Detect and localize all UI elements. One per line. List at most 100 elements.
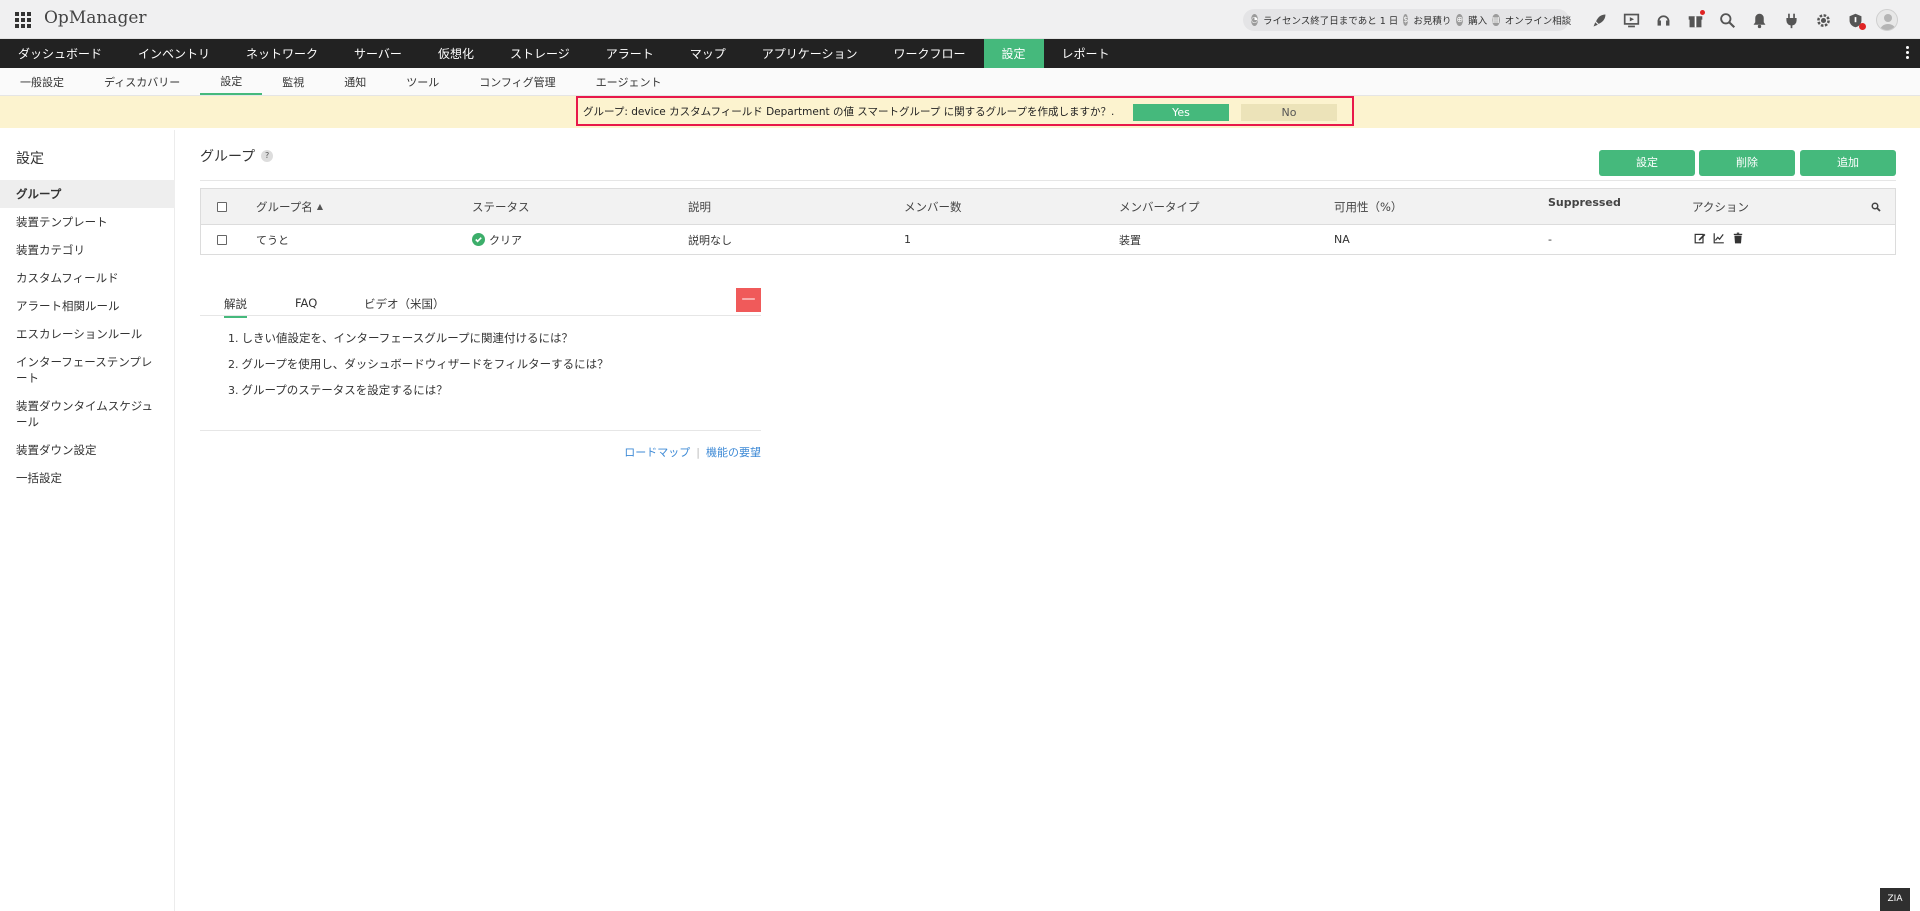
yes-button[interactable]: Yes: [1133, 104, 1229, 121]
page-title: グループ ?: [200, 146, 274, 166]
row-checkbox[interactable]: [217, 234, 227, 245]
alert-badge-dot: [1859, 23, 1866, 30]
no-button[interactable]: No: [1241, 104, 1337, 121]
subnav-discovery[interactable]: ディスカバリー: [84, 68, 200, 95]
gear-icon[interactable]: [1812, 9, 1834, 31]
more-menu-icon[interactable]: [1906, 46, 1910, 59]
description-cell: 説明なし: [688, 233, 732, 247]
availability-cell: NA: [1334, 233, 1350, 246]
feature-request-link[interactable]: 機能の要望: [706, 446, 761, 459]
nav-maps[interactable]: マップ: [672, 39, 744, 68]
license-pill[interactable]: ◔ ライセンス終了日まであと 1 日 $ お見積り ⊕ 購入 ▤ オンライン相談: [1243, 9, 1572, 31]
sidebar-item-downtime-schedules[interactable]: 装置ダウンタイムスケジュール: [0, 392, 175, 436]
sidebar-item-device-down-settings[interactable]: 装置ダウン設定: [0, 436, 175, 464]
clock-icon: ◔: [1251, 14, 1258, 26]
col-status: ステータス: [472, 199, 530, 214]
chat-icon: ▤: [1492, 14, 1500, 26]
purchase-link[interactable]: 購入: [1468, 13, 1487, 27]
sidebar-item-bulk-configuration[interactable]: 一括設定: [0, 464, 175, 492]
help-item[interactable]: 2. グループを使用し、ダッシュボードウィザードをフィルターするには？: [228, 356, 761, 372]
sidebar-item-groups[interactable]: グループ: [0, 180, 175, 208]
nav-reports[interactable]: レポート: [1044, 39, 1128, 68]
plug-icon[interactable]: [1780, 9, 1802, 31]
add-button[interactable]: 追加: [1800, 150, 1896, 176]
subnav-config-management[interactable]: コンフィグ管理: [459, 68, 575, 95]
nav-storage[interactable]: ストレージ: [492, 39, 588, 68]
consult-link[interactable]: オンライン相談: [1505, 13, 1572, 27]
subnav-general[interactable]: 一般設定: [0, 68, 84, 95]
search-icon[interactable]: [1716, 9, 1738, 31]
col-member-count: メンバー数: [904, 199, 962, 214]
gift-badge-dot: [1700, 10, 1705, 15]
smart-group-prompt: グループ: device カスタムフィールド Department の値 スマー…: [576, 96, 1354, 126]
roadmap-link[interactable]: ロードマップ: [624, 446, 690, 459]
nav-settings[interactable]: 設定: [983, 39, 1044, 68]
shield-alert-icon[interactable]: [1844, 9, 1866, 31]
subnav-notifications[interactable]: 通知: [324, 68, 386, 95]
sidebar-item-interface-templates[interactable]: インターフェーステンプレート: [0, 348, 175, 392]
tab-video[interactable]: ビデオ（米国）: [364, 296, 445, 312]
col-member-type: メンバータイプ: [1119, 199, 1200, 214]
nav-applications[interactable]: アプリケーション: [744, 39, 876, 68]
screen-icon[interactable]: [1620, 9, 1642, 31]
user-avatar[interactable]: [1876, 9, 1898, 31]
gift-icon[interactable]: [1684, 9, 1706, 31]
help-list: 1. しきい値設定を、インターフェースグループに関連付けるには？ 2. グループを使…: [200, 316, 761, 398]
nav-workflow[interactable]: ワークフロー: [876, 39, 984, 68]
sidebar-item-device-templates[interactable]: 装置テンプレート: [0, 208, 175, 236]
dollar-icon: $: [1403, 14, 1409, 26]
rocket-icon[interactable]: [1588, 9, 1610, 31]
help-panel: 解説 FAQ ビデオ（米国） — 1. しきい値設定を、インターフェースグループに…: [200, 288, 761, 459]
link-separator: |: [696, 446, 700, 459]
status-cell: クリア: [472, 225, 522, 254]
groups-table: グループ名 ▲ ステータス 説明 メンバー数 メンバータイプ 可用性（%） Su…: [200, 188, 1896, 255]
title-divider: [200, 180, 1896, 181]
nav-servers[interactable]: サーバー: [336, 39, 420, 68]
table-row[interactable]: てうと クリア 説明なし 1 装置 NA -: [201, 225, 1895, 254]
headset-icon[interactable]: [1652, 9, 1674, 31]
bell-icon[interactable]: [1748, 9, 1770, 31]
member-count-cell: 1: [904, 233, 911, 246]
help-divider: [200, 430, 761, 431]
sort-icon[interactable]: ▲: [317, 202, 323, 211]
status-clear-icon: [472, 233, 485, 246]
chart-icon[interactable]: [1713, 232, 1725, 247]
collapse-button[interactable]: —: [736, 288, 761, 312]
edit-icon[interactable]: [1694, 232, 1706, 247]
suppressed-cell: -: [1548, 233, 1552, 246]
settings-button[interactable]: 設定: [1599, 150, 1695, 176]
subnav-tools[interactable]: ツール: [386, 68, 459, 95]
col-group-name[interactable]: グループ名 ▲: [256, 189, 323, 224]
sidebar-item-alarm-correlation[interactable]: アラート相関ルール: [0, 292, 175, 320]
table-search-icon[interactable]: [1871, 189, 1881, 224]
status-label: クリア: [489, 233, 522, 247]
nav-inventory[interactable]: インベントリ: [120, 39, 228, 68]
subnav-monitoring[interactable]: 監視: [262, 68, 324, 95]
help-item[interactable]: 3. グループのステータスを設定するには？: [228, 382, 761, 398]
help-item[interactable]: 1. しきい値設定を、インターフェースグループに関連付けるには？: [228, 330, 761, 346]
apps-grid-icon[interactable]: [15, 12, 31, 28]
sidebar-item-escalation-rules[interactable]: エスカレーションルール: [0, 320, 175, 348]
tab-faq[interactable]: FAQ: [295, 296, 317, 310]
subnav-agents[interactable]: エージェント: [576, 68, 682, 95]
subnav-configuration[interactable]: 設定: [200, 68, 263, 95]
help-icon[interactable]: ?: [261, 150, 274, 162]
select-all-checkbox[interactable]: [217, 201, 227, 212]
top-header: OpManager ◔ ライセンス終了日まであと 1 日 $ お見積り ⊕ 購入…: [0, 0, 1920, 39]
zia-badge[interactable]: ZIA: [1880, 888, 1910, 911]
delete-button[interactable]: 削除: [1699, 150, 1795, 176]
trash-icon[interactable]: [1732, 232, 1744, 247]
license-text: ライセンス終了日まであと 1 日: [1262, 16, 1399, 27]
quote-link[interactable]: お見積り: [1413, 13, 1451, 27]
nav-dashboard[interactable]: ダッシュボード: [0, 39, 120, 68]
sidebar-item-custom-fields[interactable]: カスタムフィールド: [0, 264, 175, 292]
group-name-cell[interactable]: てうと: [256, 225, 289, 254]
tab-explanation[interactable]: 解説: [224, 296, 247, 318]
sidebar-title: 設定: [16, 151, 44, 167]
sidebar-item-device-categories[interactable]: 装置カテゴリ: [0, 236, 175, 264]
nav-network[interactable]: ネットワーク: [228, 39, 336, 68]
app-brand[interactable]: OpManager: [44, 8, 147, 28]
nav-virtualization[interactable]: 仮想化: [420, 39, 492, 68]
nav-alarms[interactable]: アラート: [588, 39, 672, 68]
prompt-text: グループ: device カスタムフィールド Department の値 スマー…: [583, 105, 1115, 118]
